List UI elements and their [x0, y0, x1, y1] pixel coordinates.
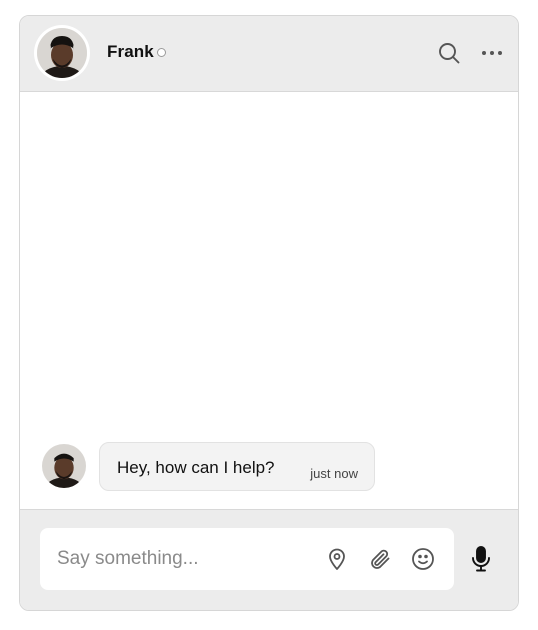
chat-header: Frank	[20, 16, 518, 92]
status-indicator	[157, 48, 166, 57]
contact-name: Frank	[107, 42, 154, 61]
message-input[interactable]	[57, 528, 307, 590]
message-text: Hey, how can I help?	[117, 458, 275, 477]
paperclip-icon[interactable]	[368, 547, 392, 571]
location-pin-icon[interactable]	[325, 547, 349, 571]
composer-bar	[20, 509, 518, 610]
chat-window: Frank Hey, how can I help? just now Say …	[19, 15, 519, 611]
message-timestamp: just now	[310, 466, 358, 481]
contact-avatar[interactable]	[37, 28, 87, 78]
search-icon[interactable]	[437, 41, 461, 65]
microphone-icon[interactable]	[470, 546, 492, 572]
more-horizontal-icon[interactable]	[480, 44, 504, 62]
message-input-box	[40, 528, 454, 590]
message-avatar	[42, 444, 86, 488]
message-list: Hey, how can I help? just now	[20, 92, 518, 509]
message-bubble: Hey, how can I help? just now	[99, 442, 375, 491]
emoji-icon[interactable]	[411, 547, 435, 571]
